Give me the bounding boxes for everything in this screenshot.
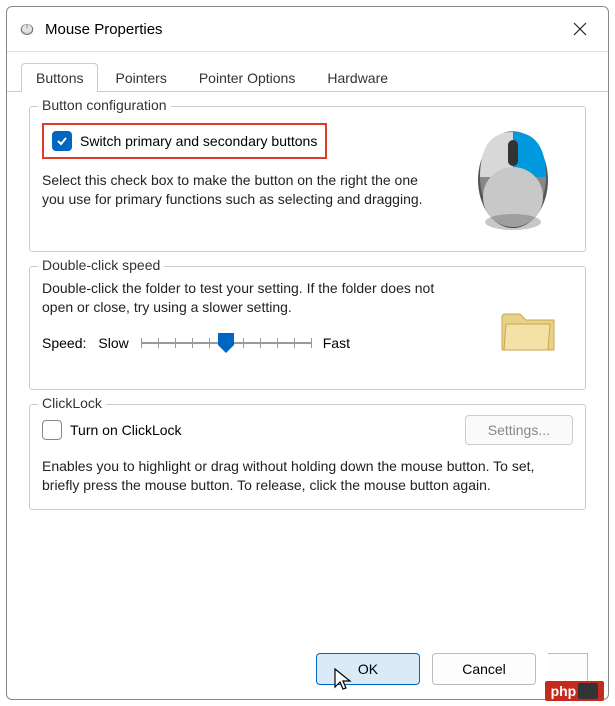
double-click-description: Double-click the folder to test your set… <box>42 279 469 317</box>
dialog-title: Mouse Properties <box>45 21 562 38</box>
titlebar: Mouse Properties <box>7 7 608 52</box>
switch-buttons-checkbox[interactable] <box>52 131 72 151</box>
tab-buttons[interactable]: Buttons <box>21 63 98 92</box>
tab-pointer-options[interactable]: Pointer Options <box>184 63 311 92</box>
folder-test-area[interactable] <box>483 285 573 375</box>
group-label-double-click: Double-click speed <box>38 257 164 273</box>
clicklock-description: Enables you to highlight or drag without… <box>42 457 573 495</box>
clicklock-group: ClickLock Turn on ClickLock Settings... … <box>29 404 586 510</box>
button-config-description: Select this check box to make the button… <box>42 171 439 209</box>
close-icon <box>573 22 587 36</box>
cancel-button[interactable]: Cancel <box>432 653 536 685</box>
clicklock-settings-button: Settings... <box>465 415 573 445</box>
check-icon <box>56 135 68 147</box>
switch-buttons-highlight: Switch primary and secondary buttons <box>42 123 327 159</box>
slow-label: Slow <box>98 335 128 351</box>
tab-hardware[interactable]: Hardware <box>312 63 403 92</box>
folder-icon <box>498 304 558 356</box>
mouse-properties-dialog: Mouse Properties Buttons Pointers Pointe… <box>6 6 609 700</box>
switch-buttons-label: Switch primary and secondary buttons <box>80 133 317 149</box>
tab-bar: Buttons Pointers Pointer Options Hardwar… <box>7 52 608 92</box>
fast-label: Fast <box>323 335 350 351</box>
mouse-icon <box>17 22 37 36</box>
speed-slider[interactable] <box>141 331 311 355</box>
close-button[interactable] <box>562 15 598 43</box>
tab-content: Button configuration Switch primary and … <box>7 92 608 639</box>
tab-pointers[interactable]: Pointers <box>100 63 181 92</box>
dialog-footer: OK Cancel php.. <box>7 639 608 699</box>
clicklock-checkbox[interactable] <box>42 420 62 440</box>
watermark-badge: php.. <box>545 681 604 701</box>
speed-slider-row: Speed: Slow <box>42 331 469 355</box>
slider-thumb[interactable] <box>218 333 234 353</box>
mouse-preview-image <box>453 117 573 237</box>
button-configuration-group: Button configuration Switch primary and … <box>29 106 586 252</box>
clicklock-label: Turn on ClickLock <box>70 422 182 438</box>
group-label-button-config: Button configuration <box>38 97 171 113</box>
speed-label: Speed: <box>42 335 86 351</box>
group-label-clicklock: ClickLock <box>38 395 106 411</box>
double-click-group: Double-click speed Double-click the fold… <box>29 266 586 390</box>
ok-button[interactable]: OK <box>316 653 420 685</box>
